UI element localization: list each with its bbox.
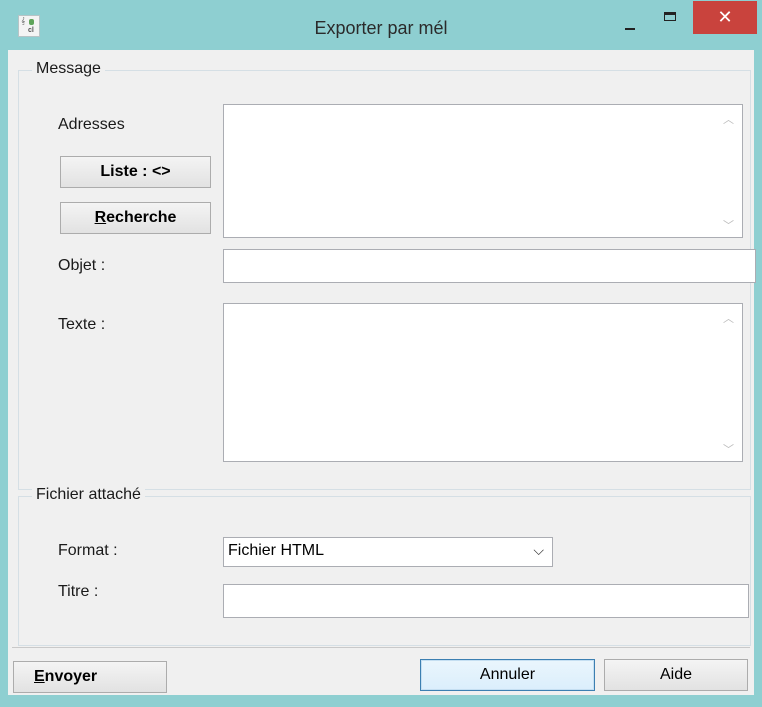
- chevron-down-icon[interactable]: ⌵: [533, 542, 544, 559]
- message-group-label: Message: [32, 60, 105, 78]
- close-icon[interactable]: ✕: [693, 1, 757, 34]
- format-label: Format :: [58, 542, 118, 559]
- adresses-label: Adresses: [58, 116, 125, 133]
- titre-label: Titre :: [58, 583, 99, 600]
- attachment-group-label: Fichier attaché: [32, 486, 145, 504]
- objet-field[interactable]: [223, 249, 756, 283]
- aide-button[interactable]: Aide: [604, 659, 748, 691]
- texte-label: Texte :: [58, 316, 106, 333]
- annuler-button[interactable]: Annuler: [420, 659, 595, 691]
- scroll-down-icon[interactable]: ﹀: [723, 217, 734, 233]
- texte-field[interactable]: ︿ ﹀: [223, 303, 743, 462]
- export-email-dialog: 𝄞 cl Exporter par mél ✕ Message Adresses …: [0, 0, 762, 707]
- minimize-icon[interactable]: [610, 4, 650, 34]
- separator: [12, 647, 750, 648]
- scroll-up-icon[interactable]: ︿: [723, 111, 734, 127]
- titre-field[interactable]: [223, 584, 749, 618]
- dialog-body: Message Adresses Liste : <> Recherche ︿ …: [8, 50, 756, 695]
- liste-button[interactable]: Liste : <>: [60, 156, 211, 188]
- scroll-down-icon[interactable]: ﹀: [723, 441, 734, 457]
- adresses-field[interactable]: ︿ ﹀: [223, 104, 743, 238]
- scroll-up-icon[interactable]: ︿: [723, 310, 734, 326]
- recherche-button[interactable]: Recherche: [60, 202, 211, 234]
- objet-label: Objet :: [58, 257, 106, 274]
- format-select-value: Fichier HTML: [228, 542, 325, 559]
- envoyer-button[interactable]: Envoyer: [13, 661, 167, 693]
- attachment-group: [18, 496, 751, 646]
- maximize-icon[interactable]: [652, 4, 692, 34]
- title-bar[interactable]: 𝄞 cl Exporter par mél ✕: [0, 0, 762, 50]
- format-select[interactable]: Fichier HTML ⌵: [223, 537, 553, 567]
